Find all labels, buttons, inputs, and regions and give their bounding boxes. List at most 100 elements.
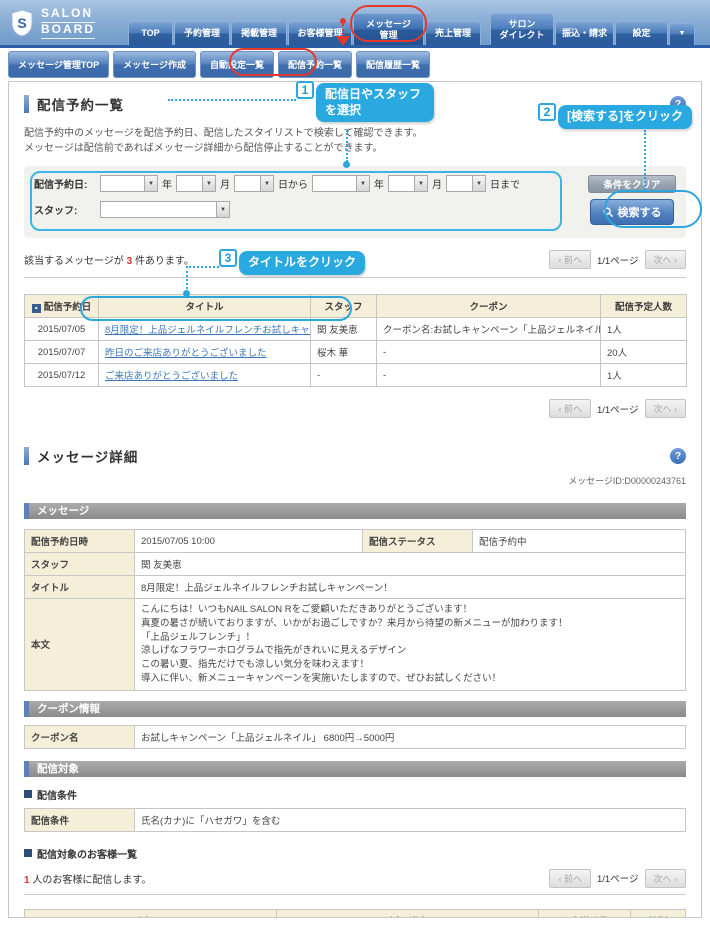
cell-count: 1人 bbox=[600, 363, 687, 387]
tab-message-management[interactable]: メッセージ 管理 bbox=[353, 13, 424, 45]
unit-day-from: 日から bbox=[278, 180, 308, 191]
col-delivery-date[interactable]: ▲ 配信予約日 bbox=[24, 294, 99, 318]
field-value-body: こんにちは！いつもNAIL SALON Rをご愛顧いただきありがとうございます！… bbox=[134, 598, 686, 691]
cell-date: 2015/07/07 bbox=[24, 340, 99, 364]
field-value-datetime: 2015/07/05 10:00 bbox=[134, 529, 363, 553]
subnav-delivery-reservation-list[interactable]: 配信予約一覧 bbox=[278, 51, 353, 78]
table-row: 2015/07/07 昨日のご来店ありがとうございました 桜木 華 - 20人 bbox=[24, 340, 687, 364]
salon-board-logo-icon: S bbox=[11, 9, 33, 37]
next-page-button[interactable]: 次へ › bbox=[644, 868, 686, 888]
prev-page-button[interactable]: ‹ 前へ bbox=[549, 250, 591, 269]
divider bbox=[24, 893, 686, 895]
cell-coupon: クーポン名:お試しキャンペーン「上品ジェルネイル」 … bbox=[376, 317, 601, 341]
chevron-down-icon: ▼ bbox=[356, 176, 369, 191]
tab-more-dropdown[interactable]: ▼ bbox=[669, 23, 695, 45]
field-label: 本文 bbox=[24, 598, 135, 691]
target-count-suffix: 人のお客様に配信します。 bbox=[32, 874, 152, 886]
tab-sales-management[interactable]: 売上管理 bbox=[425, 21, 481, 45]
delivery-date-label: 配信予約日: bbox=[34, 180, 88, 191]
search-button-label: 検索する bbox=[617, 207, 662, 219]
subnav-auto-setting-list[interactable]: 自動設定一覧 bbox=[200, 51, 275, 78]
subnav-message-top[interactable]: メッセージ管理TOP bbox=[8, 51, 110, 78]
next-page-button[interactable]: 次へ › bbox=[644, 250, 686, 269]
tab-salon-direct[interactable]: サロン ダイレクト bbox=[490, 13, 554, 45]
cell-staff: 関 友美恵 bbox=[310, 317, 377, 341]
cell-count: 1人 bbox=[600, 317, 687, 341]
description-line: メッセージは配信前であればメッセージ詳細から配信停止することができます。 bbox=[24, 143, 383, 154]
tab-top[interactable]: TOP bbox=[128, 21, 173, 45]
tab-settings[interactable]: 設定 bbox=[615, 21, 668, 45]
detail-title: メッセージ詳細 bbox=[37, 450, 139, 465]
field-value-staff: 関 友美恵 bbox=[134, 552, 686, 576]
prev-page-button[interactable]: ‹ 前へ bbox=[549, 868, 591, 888]
next-page-button[interactable]: 次へ › bbox=[644, 399, 686, 418]
month-to-select[interactable]: ▼ bbox=[388, 175, 428, 192]
subnav-message-create[interactable]: メッセージ作成 bbox=[113, 51, 196, 78]
field-value-title: 8月限定！上品ジェルネイルフレンチお試しキャンペーン！ bbox=[134, 575, 686, 599]
result-prefix: 該当するメッセージが bbox=[24, 256, 124, 267]
condition-table: 配信条件 氏名(カナ)に「ハセガワ」を含む bbox=[24, 807, 686, 832]
year-from-select[interactable]: ▼ bbox=[100, 175, 158, 192]
title-accent-bar bbox=[24, 447, 29, 465]
logo-line2: BOARD bbox=[41, 22, 95, 39]
square-bullet-icon bbox=[24, 790, 32, 799]
field-label: クーポン名 bbox=[24, 724, 135, 749]
table-row: 2015/07/05 8月限定！上品ジェルネイルフレンチお試しキャンペーン！ 関… bbox=[24, 317, 687, 341]
salon-board-app: S SALON BOARD TOP 予約管理 掲載管理 お客様管理 メッセージ … bbox=[0, 0, 710, 925]
message-detail-table: 配信予約日時 2015/07/05 10:00 配信ステータス 配信予約中 スタ… bbox=[24, 529, 686, 691]
square-bullet-icon bbox=[24, 849, 32, 858]
clear-conditions-button[interactable]: 条件をクリア bbox=[588, 175, 676, 193]
pagination: ‹ 前へ 1/1ページ 次へ › bbox=[549, 399, 686, 418]
message-title-link[interactable]: 昨日のご来店ありがとうございました bbox=[105, 348, 267, 359]
section-bar-coupon: クーポン情報 bbox=[24, 700, 686, 717]
page-title: 配信予約一覧 bbox=[37, 98, 124, 113]
result-suffix: 件あります。 bbox=[134, 256, 194, 267]
customer-list-heading: 配信対象のお客様一覧 bbox=[24, 846, 686, 861]
month-from-select[interactable]: ▼ bbox=[176, 175, 216, 192]
tab-customer-management[interactable]: お客様管理 bbox=[288, 21, 352, 45]
prev-page-button[interactable]: ‹ 前へ bbox=[549, 399, 591, 418]
unit-day-to: 日まで bbox=[490, 180, 520, 191]
col-name-kana[interactable]: ▲氏名 (カナ) bbox=[24, 908, 277, 917]
chevron-down-icon: ▼ bbox=[216, 202, 229, 217]
cell-staff: - bbox=[310, 363, 377, 387]
chevron-down-icon: ▼ bbox=[472, 176, 485, 191]
day-to-select[interactable]: ▼ bbox=[446, 175, 486, 192]
col-name-kanji: 氏名 (漢字) bbox=[276, 908, 539, 917]
staff-select[interactable]: ▼ bbox=[100, 201, 230, 218]
year-to-select[interactable]: ▼ bbox=[312, 175, 370, 192]
field-label: 配信条件 bbox=[24, 807, 135, 832]
chevron-down-icon: ▼ bbox=[678, 30, 686, 38]
table-header-row: ▲ 配信予約日 タイトル スタッフ クーポン 配信予定人数 bbox=[24, 294, 687, 318]
field-label: 配信予約日時 bbox=[24, 529, 135, 553]
field-value-condition: 氏名(カナ)に「ハセガワ」を含む bbox=[134, 807, 686, 832]
section-bar-message: メッセージ bbox=[24, 503, 686, 519]
message-title-link[interactable]: 8月限定！上品ジェルネイルフレンチお試しキャンペーン！ bbox=[105, 325, 310, 336]
cell-coupon: - bbox=[376, 340, 601, 364]
salon-board-logo[interactable]: S SALON BOARD bbox=[10, 6, 95, 39]
col-gender: 性別 bbox=[630, 908, 686, 917]
day-from-select[interactable]: ▼ bbox=[234, 175, 274, 192]
col-count: 配信予定人数 bbox=[600, 294, 687, 318]
target-count: 1 bbox=[24, 874, 30, 886]
subnav-delivery-history-list[interactable]: 配信履歴一覧 bbox=[356, 51, 431, 78]
tab-transfer-billing[interactable]: 振込・請求 bbox=[555, 21, 614, 45]
tab-listing-management[interactable]: 掲載管理 bbox=[231, 21, 287, 45]
result-count-text: 該当するメッセージが 3 件あります。 bbox=[24, 252, 194, 267]
condition-heading: 配信条件 bbox=[24, 787, 686, 802]
help-icon[interactable]: ? bbox=[670, 96, 686, 112]
chevron-down-icon: ▼ bbox=[260, 176, 273, 191]
page-title-row: 配信予約一覧 ? bbox=[24, 82, 686, 114]
message-title-link[interactable]: ご来店ありがとうございました bbox=[105, 371, 238, 382]
col-customer-number: お客様番号 bbox=[538, 908, 631, 917]
cell-date: 2015/07/05 bbox=[24, 317, 99, 341]
search-button[interactable]: 検索する bbox=[590, 199, 674, 225]
description-line: 配信予約中のメッセージを配信予約日、配信したスタイリストで検索して確認できます。 bbox=[24, 128, 423, 139]
help-icon[interactable]: ? bbox=[670, 448, 686, 464]
pagination: ‹ 前へ 1/1ページ 次へ › bbox=[549, 250, 686, 269]
col-coupon: クーポン bbox=[376, 294, 601, 318]
target-count-text: 1 人のお客様に配信します。 bbox=[24, 871, 151, 886]
main-content: 配信予約一覧 ? 配信予約中のメッセージを配信予約日、配信したスタイリストで検索… bbox=[8, 81, 702, 918]
tab-reservation-management[interactable]: 予約管理 bbox=[174, 21, 230, 45]
message-id: メッセージID:D00000243761 bbox=[568, 476, 686, 486]
